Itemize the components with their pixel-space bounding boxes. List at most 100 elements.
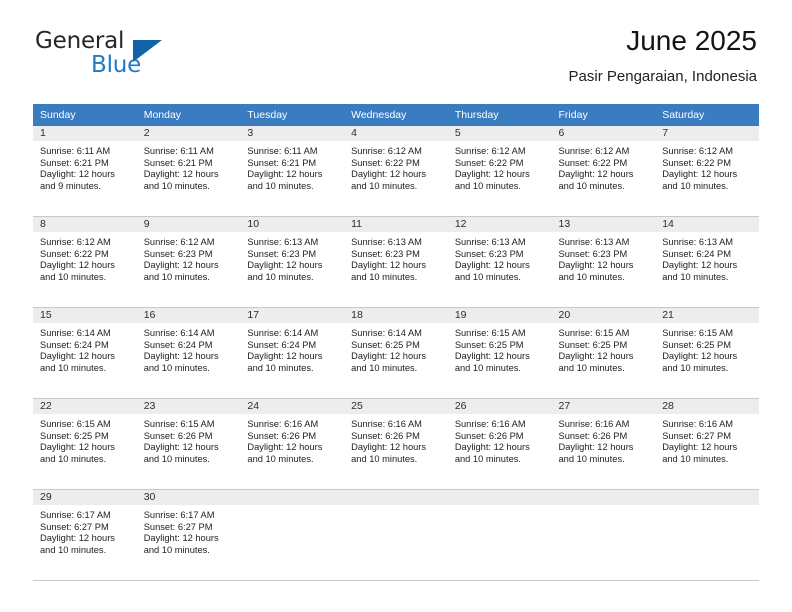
calendar-empty-cell: [240, 489, 345, 581]
daylight-text-line1: Daylight: 12 hours: [454, 169, 530, 180]
calendar-day-cell[interactable]: 6 Sunrise: 6:12 AM Sunset: 6:22 PM Daylight…: [551, 126, 656, 217]
calendar-day-cell[interactable]: 21 Sunrise: 6:15 AM Sunset: 6:25 PM Dayligh…: [655, 307, 759, 399]
daylight-text-line2: and 10 minutes.: [143, 180, 210, 191]
sunrise-text: Sunrise: 6:15 AM: [40, 419, 111, 429]
day-details: Sunrise: 6:16 AM Sunset: 6:26 PM Daylight:…: [344, 414, 448, 465]
daylight-text-line1: Daylight: 12 hours: [558, 351, 634, 362]
day-cell-inner: 3 Sunrise: 6:11 AM Sunset: 6:21 PM Daylight…: [240, 126, 345, 216]
day-cell-inner: 25 Sunrise: 6:16 AM Sunset: 6:26 PM Dayligh…: [344, 399, 448, 489]
daylight-text-line2: and 10 minutes.: [351, 453, 418, 464]
sunset-text: Sunset: 6:23 PM: [143, 248, 213, 259]
day-cell-inner: 8 Sunrise: 6:12 AM Sunset: 6:22 PM Daylight…: [33, 217, 137, 307]
page-subtitle: Pasir Pengaraian, Indonesia: [568, 67, 757, 85]
sunset-text: Sunset: 6:26 PM: [351, 430, 420, 441]
title-block: June 2025 Pasir Pengaraian, Indonesia: [568, 25, 757, 85]
calendar-day-cell[interactable]: 27 Sunrise: 6:16 AM Sunset: 6:26 PM Dayligh…: [551, 398, 656, 490]
day-details: Sunrise: 6:13 AM Sunset: 6:24 PM Daylight:…: [655, 232, 759, 283]
day-details: Sunrise: 6:15 AM Sunset: 6:26 PM Daylight:…: [137, 414, 241, 465]
day-number: 7: [655, 126, 759, 141]
calendar-day-cell[interactable]: 2 Sunrise: 6:11 AM Sunset: 6:21 PM Daylight…: [136, 126, 241, 217]
sunrise-text: Sunrise: 6:15 AM: [662, 328, 734, 338]
day-cell-inner: 20 Sunrise: 6:15 AM Sunset: 6:25 PM Dayligh…: [551, 308, 656, 398]
daylight-text-line2: and 10 minutes.: [143, 362, 210, 373]
calendar-day-cell[interactable]: 30 Sunrise: 6:17 AM Sunset: 6:27 PM Dayligh…: [136, 489, 241, 581]
calendar-day-cell[interactable]: 5 Sunrise: 6:12 AM Sunset: 6:22 PM Daylight…: [447, 126, 552, 217]
sunset-text: Sunset: 6:27 PM: [143, 521, 213, 532]
day-number: 24: [240, 399, 345, 414]
calendar-day-cell[interactable]: 7 Sunrise: 6:12 AM Sunset: 6:22 PM Daylight…: [655, 126, 759, 217]
daylight-text-line2: and 10 minutes.: [143, 453, 210, 464]
day-cell-inner: 6 Sunrise: 6:12 AM Sunset: 6:22 PM Daylight…: [551, 126, 656, 216]
daylight-text-line2: and 10 minutes.: [143, 271, 210, 282]
daylight-text-line1: Daylight: 12 hours: [40, 442, 115, 453]
calendar-day-cell[interactable]: 23 Sunrise: 6:15 AM Sunset: 6:26 PM Dayligh…: [136, 398, 241, 490]
calendar-day-cell[interactable]: 26 Sunrise: 6:16 AM Sunset: 6:26 PM Dayligh…: [447, 398, 552, 490]
sunrise-text: Sunrise: 6:16 AM: [454, 419, 526, 429]
calendar-empty-cell: [344, 489, 448, 581]
calendar-day-cell[interactable]: 10 Sunrise: 6:13 AM Sunset: 6:23 PM Dayligh…: [240, 216, 345, 308]
sunrise-text: Sunrise: 6:12 AM: [143, 237, 215, 247]
calendar-week-row: 8 Sunrise: 6:12 AM Sunset: 6:22 PM Daylight…: [33, 216, 759, 308]
calendar-day-cell[interactable]: 14 Sunrise: 6:13 AM Sunset: 6:24 PM Dayligh…: [655, 216, 759, 308]
calendar-day-cell[interactable]: 13 Sunrise: 6:13 AM Sunset: 6:23 PM Dayligh…: [551, 216, 656, 308]
calendar-empty-cell: [551, 489, 656, 581]
general-blue-logo[interactable]: General Blue: [35, 28, 185, 82]
daylight-text-line1: Daylight: 12 hours: [454, 442, 530, 453]
sunrise-text: Sunrise: 6:12 AM: [558, 146, 630, 156]
daylight-text-line1: Daylight: 12 hours: [247, 169, 323, 180]
daylight-text-line1: Daylight: 12 hours: [662, 169, 738, 180]
day-cell-inner: [240, 490, 345, 580]
sunrise-text: Sunrise: 6:11 AM: [40, 146, 111, 156]
calendar-day-cell[interactable]: 18 Sunrise: 6:14 AM Sunset: 6:25 PM Dayligh…: [344, 307, 448, 399]
calendar-day-cell[interactable]: 20 Sunrise: 6:15 AM Sunset: 6:25 PM Dayligh…: [551, 307, 656, 399]
calendar-day-cell[interactable]: 24 Sunrise: 6:16 AM Sunset: 6:26 PM Dayligh…: [240, 398, 345, 490]
sunrise-text: Sunrise: 6:13 AM: [662, 237, 734, 247]
day-number: [447, 490, 552, 505]
sunrise-text: Sunrise: 6:15 AM: [143, 419, 215, 429]
calendar-day-cell[interactable]: 19 Sunrise: 6:15 AM Sunset: 6:25 PM Dayligh…: [447, 307, 552, 399]
daylight-text-line2: and 10 minutes.: [40, 453, 107, 464]
calendar-day-cell[interactable]: 3 Sunrise: 6:11 AM Sunset: 6:21 PM Daylight…: [240, 126, 345, 217]
sunset-text: Sunset: 6:21 PM: [247, 157, 317, 168]
day-cell-inner: [551, 490, 656, 580]
day-number: 30: [136, 490, 241, 505]
calendar-day-cell[interactable]: 15 Sunrise: 6:14 AM Sunset: 6:24 PM Dayligh…: [33, 307, 137, 399]
calendar-day-cell[interactable]: 9 Sunrise: 6:12 AM Sunset: 6:23 PM Daylight…: [136, 216, 241, 308]
daylight-text-line2: and 10 minutes.: [40, 362, 107, 373]
sunset-text: Sunset: 6:23 PM: [247, 248, 317, 259]
sunset-text: Sunset: 6:21 PM: [40, 157, 109, 168]
day-details: Sunrise: 6:16 AM Sunset: 6:27 PM Daylight:…: [655, 414, 759, 465]
day-cell-inner: [344, 490, 448, 580]
sunrise-text: Sunrise: 6:14 AM: [247, 328, 319, 338]
day-number: 4: [344, 126, 448, 141]
daylight-text-line1: Daylight: 12 hours: [40, 260, 115, 271]
daylight-text-line2: and 10 minutes.: [662, 362, 729, 373]
calendar-day-cell[interactable]: 11 Sunrise: 6:13 AM Sunset: 6:23 PM Dayligh…: [344, 216, 448, 308]
daylight-text-line2: and 10 minutes.: [351, 362, 418, 373]
sunset-text: Sunset: 6:26 PM: [247, 430, 317, 441]
daylight-text-line2: and 10 minutes.: [662, 271, 729, 282]
calendar-day-cell[interactable]: 28 Sunrise: 6:16 AM Sunset: 6:27 PM Dayligh…: [655, 398, 759, 490]
sunrise-text: Sunrise: 6:17 AM: [40, 510, 111, 520]
sunset-text: Sunset: 6:25 PM: [662, 339, 731, 350]
day-details: Sunrise: 6:12 AM Sunset: 6:22 PM Daylight:…: [448, 141, 552, 192]
calendar-day-cell[interactable]: 22 Sunrise: 6:15 AM Sunset: 6:25 PM Dayligh…: [33, 398, 137, 490]
daylight-text-line2: and 10 minutes.: [454, 271, 521, 282]
day-number: 13: [551, 217, 656, 232]
calendar-day-cell[interactable]: 1 Sunrise: 6:11 AM Sunset: 6:21 PM Daylight…: [33, 126, 137, 217]
day-details: Sunrise: 6:17 AM Sunset: 6:27 PM Daylight:…: [137, 505, 241, 556]
calendar-day-cell[interactable]: 17 Sunrise: 6:14 AM Sunset: 6:24 PM Dayligh…: [240, 307, 345, 399]
calendar-day-cell[interactable]: 25 Sunrise: 6:16 AM Sunset: 6:26 PM Dayligh…: [344, 398, 448, 490]
sunrise-text: Sunrise: 6:17 AM: [143, 510, 215, 520]
sunrise-text: Sunrise: 6:16 AM: [558, 419, 630, 429]
day-details: Sunrise: 6:15 AM Sunset: 6:25 PM Daylight:…: [655, 323, 759, 374]
daylight-text-line1: Daylight: 12 hours: [662, 442, 738, 453]
calendar-day-cell[interactable]: 12 Sunrise: 6:13 AM Sunset: 6:23 PM Dayligh…: [447, 216, 552, 308]
day-number: 17: [240, 308, 345, 323]
calendar-day-cell[interactable]: 29 Sunrise: 6:17 AM Sunset: 6:27 PM Dayligh…: [33, 489, 137, 581]
daylight-text-line1: Daylight: 12 hours: [454, 351, 530, 362]
calendar-day-cell[interactable]: 4 Sunrise: 6:12 AM Sunset: 6:22 PM Daylight…: [344, 126, 448, 217]
calendar-day-cell[interactable]: 16 Sunrise: 6:14 AM Sunset: 6:24 PM Dayligh…: [136, 307, 241, 399]
day-cell-inner: [447, 490, 552, 580]
calendar-day-cell[interactable]: 8 Sunrise: 6:12 AM Sunset: 6:22 PM Daylight…: [33, 216, 137, 308]
